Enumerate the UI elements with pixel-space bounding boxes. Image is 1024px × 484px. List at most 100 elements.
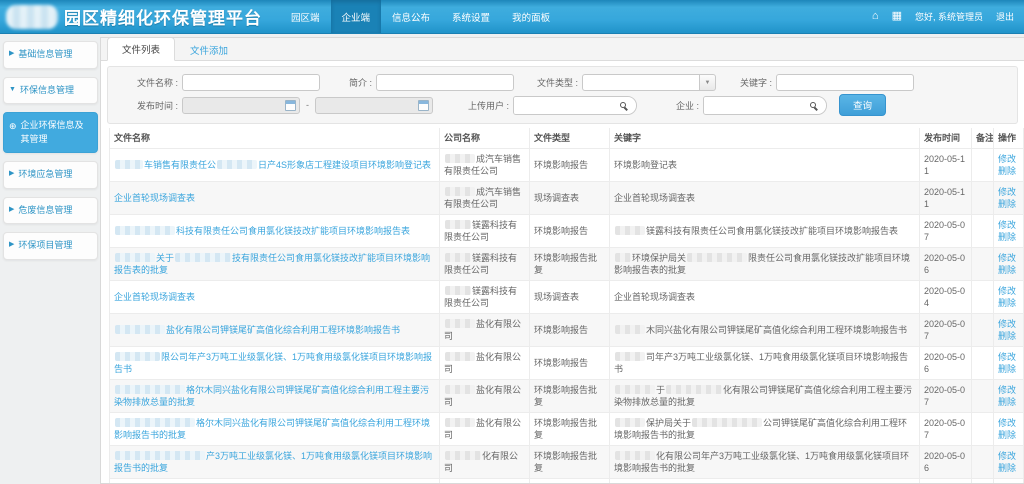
delete-link[interactable]: 删除 <box>998 165 1019 177</box>
modify-link[interactable]: 修改 <box>998 219 1019 231</box>
sidebar-item-3[interactable]: ▶环境应急管理 <box>3 161 98 189</box>
actions-cell: 修改删除 <box>994 182 1024 215</box>
delete-link[interactable]: 删除 <box>998 264 1019 276</box>
file-name-link[interactable]: 企业首轮现场调查表 <box>114 292 195 302</box>
file-type-label: 文件类型 : <box>520 76 578 89</box>
delete-link[interactable]: 删除 <box>998 396 1019 408</box>
redacted-text <box>445 319 475 328</box>
nav-item-4[interactable]: 我的面板 <box>501 0 561 33</box>
file-name-link[interactable]: 盐化有限公司钾镁尾矿高值化综合利用工程环境影响报告书 <box>114 325 400 335</box>
brief-input[interactable] <box>376 74 514 91</box>
file-type-cell: 环境影响报告 <box>530 347 610 380</box>
note-cell <box>972 215 994 248</box>
table-row: 产3万吨工业级氯化镁、1万吨食用级氯化镁项目环境影响报告书的批复化有限公司环境影… <box>110 446 1024 479</box>
redacted-text <box>175 253 231 262</box>
file-type-cell: 环境影响报告批复 <box>530 446 610 479</box>
publish-date-start-input[interactable] <box>186 100 285 110</box>
sidebar-item-1[interactable]: ▼环保信息管理 <box>3 77 98 105</box>
table-row: 关于技有限责任公司食用氯化镁技改扩能项目环境影响报告表的批复镁露科技有限责任公司… <box>110 248 1024 281</box>
file-name-link[interactable]: 格尔木同兴盐化有限公司钾镁尾矿高值化综合利用工程环境影响报告书的批复 <box>114 418 430 440</box>
modify-link[interactable]: 修改 <box>998 285 1019 297</box>
nav-item-3[interactable]: 系统设置 <box>441 0 501 33</box>
note-cell <box>972 413 994 446</box>
table-header-row: 文件名称公司名称文件类型关键字发布时间备注操作 <box>110 128 1024 149</box>
redacted-text <box>115 160 143 169</box>
delete-link[interactable]: 删除 <box>998 462 1019 474</box>
keyword-cell: 木同兴盐化有限公司钾镁尾矿高值化综合利用工程环境影响报告书 <box>610 314 920 347</box>
file-name-cell: 科技有限责任公司食用氯化镁技改扩能项目环境影响报告表 <box>110 215 440 248</box>
note-cell <box>972 281 994 314</box>
tab-1[interactable]: 文件添加 <box>175 38 243 61</box>
keyword-input[interactable] <box>776 74 914 91</box>
sidebar-item-5[interactable]: ▶环保项目管理 <box>3 232 98 260</box>
modify-link[interactable]: 修改 <box>998 252 1019 264</box>
logout-link[interactable]: 退出 <box>996 10 1014 23</box>
upload-user-field[interactable] <box>513 96 637 115</box>
file-name-link[interactable]: 车销售有限责任公日产4S形象店工程建设项目环境影响登记表 <box>114 160 431 170</box>
nav-item-1[interactable]: 企业端 <box>331 0 382 33</box>
modify-link[interactable]: 修改 <box>998 186 1019 198</box>
sidebar-item-2[interactable]: ⊕企业环保信息及其管理 <box>3 112 98 153</box>
modify-link[interactable]: 修改 <box>998 351 1019 363</box>
column-header-1: 公司名称 <box>440 128 530 149</box>
upload-user-label: 上传用户 : <box>437 99 509 112</box>
delete-link[interactable]: 删除 <box>998 297 1019 309</box>
calendar-icon[interactable] <box>285 100 296 111</box>
note-cell <box>972 314 994 347</box>
file-type-select[interactable]: ▼ <box>582 74 716 91</box>
search-icon[interactable] <box>800 96 826 115</box>
file-name-cell: 车销售有限责任公日产4S形象店工程建设项目环境影响登记表 <box>110 149 440 182</box>
column-header-6: 操作 <box>994 128 1024 149</box>
column-header-5: 备注 <box>972 128 994 149</box>
redacted-text <box>615 418 645 427</box>
publish-date-end-field[interactable] <box>315 97 433 114</box>
upload-user-input[interactable] <box>514 97 610 114</box>
query-button[interactable]: 查询 <box>839 94 886 116</box>
keyword-cell: 企业首轮现场调查表 <box>610 182 920 215</box>
nav-item-2[interactable]: 信息公布 <box>381 0 441 33</box>
chevron-down-icon[interactable]: ▼ <box>700 74 716 91</box>
modify-link[interactable]: 修改 <box>998 153 1019 165</box>
note-cell <box>972 182 994 215</box>
nav-item-0[interactable]: 园区端 <box>280 0 331 33</box>
file-name-link[interactable]: 企业首轮现场调查表 <box>114 193 195 203</box>
publish-date-end-input[interactable] <box>319 100 418 110</box>
redacted-text <box>445 352 475 361</box>
delete-link[interactable]: 删除 <box>998 429 1019 441</box>
actions-cell: 修改删除 <box>994 149 1024 182</box>
file-name-input[interactable] <box>182 74 320 91</box>
file-name-link[interactable]: 关于技有限责任公司食用氯化镁技改扩能项目环境影响报告表的批复 <box>114 253 430 275</box>
sidebar-item-4[interactable]: ▶危废信息管理 <box>3 197 98 225</box>
company-name-cell: 化有限公司 <box>440 446 530 479</box>
enterprise-input[interactable] <box>704 97 800 114</box>
apps-grid-icon[interactable]: ▦ <box>892 11 902 22</box>
publish-date-start-field[interactable] <box>182 97 300 114</box>
calendar-icon[interactable] <box>418 100 429 111</box>
actions-cell: 修改删除 <box>994 479 1024 484</box>
delete-link[interactable]: 删除 <box>998 363 1019 375</box>
file-name-link[interactable]: 格尔木同兴盐化有限公司钾镁尾矿高值化综合利用工程主要污染物排放总量的批复 <box>114 385 429 407</box>
tab-0[interactable]: 文件列表 <box>107 37 175 61</box>
sidebar-item-0[interactable]: ▶基础信息管理 <box>3 41 98 69</box>
circle-plus-icon: ⊕ <box>9 120 17 134</box>
user-greeting: 您好, 系统管理员 <box>915 10 983 23</box>
table-row: 盐化有限公司钾镁尾矿高值化综合利用工程环境影响报告书盐化有限公司环境影响报告木同… <box>110 314 1024 347</box>
file-name-link[interactable]: 限公司年产3万吨工业级氯化镁、1万吨食用级氯化镁项目环境影响报告书 <box>114 352 432 374</box>
modify-link[interactable]: 修改 <box>998 417 1019 429</box>
modify-link[interactable]: 修改 <box>998 318 1019 330</box>
enterprise-field[interactable] <box>703 96 827 115</box>
redacted-text <box>115 385 185 394</box>
file-name-link[interactable]: 科技有限责任公司食用氯化镁技改扩能项目环境影响报告表 <box>114 226 410 236</box>
home-icon[interactable]: ⌂ <box>872 11 879 22</box>
modify-link[interactable]: 修改 <box>998 450 1019 462</box>
redacted-text <box>666 385 722 394</box>
redacted-text <box>115 451 205 460</box>
modify-link[interactable]: 修改 <box>998 384 1019 396</box>
delete-link[interactable]: 删除 <box>998 198 1019 210</box>
delete-link[interactable]: 删除 <box>998 330 1019 342</box>
redacted-text <box>445 286 471 295</box>
file-type-input[interactable] <box>582 74 700 91</box>
search-icon[interactable] <box>610 96 636 115</box>
file-name-link[interactable]: 产3万吨工业级氯化镁、1万吨食用级氯化镁项目环境影响报告书的批复 <box>114 451 432 473</box>
delete-link[interactable]: 删除 <box>998 231 1019 243</box>
